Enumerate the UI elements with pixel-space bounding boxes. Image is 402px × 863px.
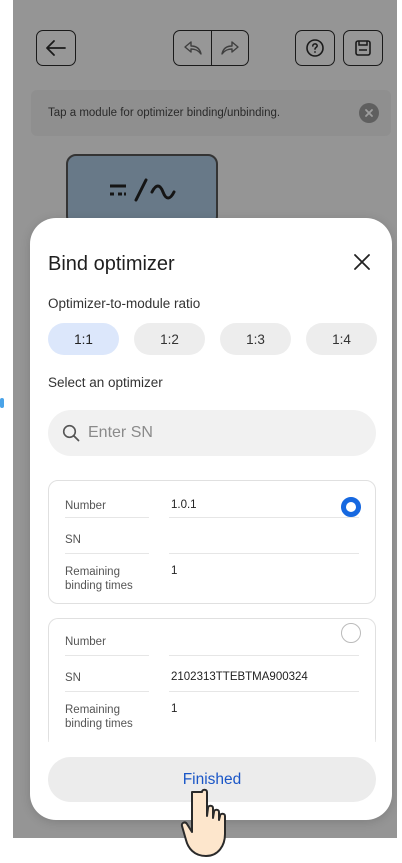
close-icon[interactable]: [350, 250, 374, 274]
remaining-label: Remaining binding times: [65, 704, 133, 730]
sn-value: 2102313TTEBTMA900324: [171, 671, 308, 683]
list-fade: [48, 738, 376, 748]
remaining-value: 1: [171, 703, 178, 715]
sheet-title: Bind optimizer: [48, 253, 175, 275]
number-label: Number: [65, 636, 106, 648]
remaining-value: 1: [171, 565, 178, 577]
optimizer-radio[interactable]: [341, 623, 361, 643]
sn-search-box[interactable]: [48, 410, 376, 456]
tap-hand-icon: [180, 788, 226, 857]
optimizer-card[interactable]: Number SN 2102313TTEBTMA900324 Remaining…: [48, 618, 376, 742]
remaining-label: Remaining binding times: [65, 566, 133, 592]
ratio-option-1-2[interactable]: 1:2: [134, 323, 205, 355]
select-optimizer-label: Select an optimizer: [48, 375, 163, 390]
edge-indicator: [0, 398, 4, 408]
ratio-option-1-1[interactable]: 1:1: [48, 323, 119, 355]
number-label: Number: [65, 500, 106, 512]
sn-label: SN: [65, 534, 81, 546]
ratio-option-1-4[interactable]: 1:4: [306, 323, 377, 355]
search-icon: [62, 424, 80, 442]
ratio-option-1-3[interactable]: 1:3: [220, 323, 291, 355]
sn-label: SN: [65, 672, 81, 684]
optimizer-radio-selected[interactable]: [341, 497, 361, 517]
bind-optimizer-sheet: Bind optimizer Optimizer-to-module ratio…: [30, 218, 392, 820]
ratio-selector: 1:1 1:2 1:3 1:4: [48, 323, 378, 355]
ratio-label: Optimizer-to-module ratio: [48, 296, 201, 311]
sn-search-input[interactable]: [88, 424, 338, 442]
optimizer-card[interactable]: Number 1.0.1 SN Remaining binding times …: [48, 480, 376, 604]
number-value: 1.0.1: [171, 499, 197, 511]
